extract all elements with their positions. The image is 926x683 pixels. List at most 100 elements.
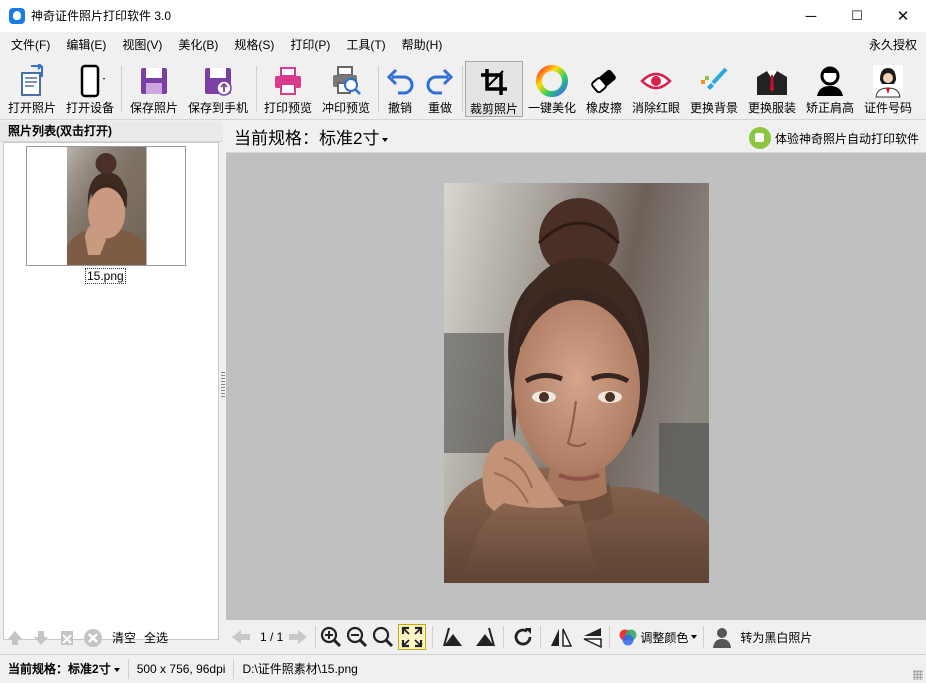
status-spec-prefix: 当前规格： bbox=[8, 662, 69, 676]
open-photo-icon bbox=[14, 63, 50, 99]
chevron-down-icon bbox=[382, 137, 389, 142]
remove-red-eye-button[interactable]: 消除红眼 bbox=[630, 61, 682, 117]
photo-canvas[interactable] bbox=[226, 153, 926, 620]
zoom-in-icon[interactable] bbox=[320, 624, 342, 650]
print-preview-button[interactable]: 打印预览 bbox=[262, 61, 314, 117]
redo-button[interactable]: 重做 bbox=[422, 61, 458, 117]
preview-toolbar: 1 / 1 调整颜色 转为黑白照片 bbox=[226, 620, 926, 654]
refresh-icon[interactable] bbox=[512, 624, 534, 650]
menu-print[interactable]: 打印(P) bbox=[282, 32, 338, 58]
one-click-beautify-label: 一键美化 bbox=[527, 101, 576, 115]
license-link[interactable]: 永久授权 bbox=[869, 32, 917, 58]
to-bw-label: 转为黑白照片 bbox=[740, 630, 813, 645]
develop-preview-icon bbox=[328, 63, 364, 99]
maximize-button[interactable]: ☐ bbox=[834, 0, 880, 32]
portrait-photo[interactable] bbox=[444, 183, 709, 583]
current-spec-selector[interactable]: 当前规格：标准2寸 bbox=[234, 124, 389, 149]
spec-value: 标准2寸 bbox=[319, 129, 380, 148]
status-bar: 当前规格：标准2寸 500 x 756, 96dpi D:\证件照素材\15.p… bbox=[0, 654, 926, 683]
menu-edit[interactable]: 编辑(E) bbox=[58, 32, 114, 58]
paint-brush-icon bbox=[696, 63, 732, 99]
save-to-phone-icon bbox=[200, 63, 236, 99]
adjust-color-label: 调整颜色 bbox=[640, 630, 689, 645]
suit-icon bbox=[754, 63, 790, 99]
flip-horizontal-icon[interactable] bbox=[549, 624, 573, 650]
develop-preview-label: 冲印预览 bbox=[321, 101, 370, 115]
zoom-out-icon[interactable] bbox=[346, 624, 368, 650]
id-number-button[interactable]: 证件号码 bbox=[862, 61, 914, 117]
menu-spec[interactable]: 规格(S) bbox=[226, 32, 282, 58]
remove-icon[interactable] bbox=[82, 627, 104, 649]
move-up-icon[interactable] bbox=[4, 627, 26, 649]
menu-view[interactable]: 视图(V) bbox=[114, 32, 170, 58]
to-bw-button[interactable]: 转为黑白照片 bbox=[712, 624, 812, 650]
id-portrait-icon bbox=[870, 63, 906, 99]
eraser-icon bbox=[586, 63, 622, 99]
zoom-actual-icon[interactable] bbox=[372, 624, 394, 650]
save-photo-button[interactable]: 保存照片 bbox=[128, 61, 180, 117]
change-background-button[interactable]: 更换背景 bbox=[688, 61, 740, 117]
open-device-label: 打开设备 bbox=[65, 101, 114, 115]
main-area: 当前规格：标准2寸 体验神奇照片自动打印软件 1 / 1 调整颜色 转为黑白照片 bbox=[226, 121, 926, 654]
photo-filename[interactable]: 15.png bbox=[85, 268, 126, 284]
promo-text: 体验神奇照片自动打印软件 bbox=[774, 131, 919, 146]
close-button[interactable]: ✕ bbox=[880, 0, 926, 32]
status-spec[interactable]: 当前规格：标准2寸 bbox=[0, 659, 129, 679]
status-path: D:\证件照素材\15.png bbox=[242, 662, 358, 676]
eraser-label: 橡皮擦 bbox=[585, 101, 622, 115]
photo-list: 15.png bbox=[3, 142, 219, 640]
fit-window-icon[interactable] bbox=[398, 624, 427, 650]
flip-vertical-icon[interactable] bbox=[581, 624, 603, 650]
photo-thumbnail[interactable] bbox=[26, 146, 186, 266]
photo-list-actions: 清空 全选 bbox=[0, 621, 223, 654]
app-logo-icon bbox=[9, 7, 25, 24]
open-photo-button[interactable]: 打开照片 bbox=[6, 61, 58, 117]
chevron-down-icon bbox=[691, 635, 698, 639]
red-eye-icon bbox=[638, 63, 674, 99]
open-device-button[interactable]: 打开设备 bbox=[64, 61, 116, 117]
select-all-button[interactable]: 全选 bbox=[144, 629, 168, 646]
window-title: 神奇证件照片打印软件 3.0 bbox=[31, 9, 172, 23]
id-number-label: 证件号码 bbox=[863, 101, 912, 115]
rotate-left-icon[interactable] bbox=[441, 624, 465, 650]
change-clothes-button[interactable]: 更换服装 bbox=[746, 61, 798, 117]
delete-file-icon[interactable] bbox=[56, 627, 78, 649]
crop-icon bbox=[476, 64, 512, 100]
eraser-button[interactable]: 橡皮擦 bbox=[582, 61, 626, 117]
move-down-icon[interactable] bbox=[30, 627, 52, 649]
rotate-right-icon[interactable] bbox=[473, 624, 497, 650]
color-wheel-icon bbox=[534, 63, 570, 99]
menu-file[interactable]: 文件(F) bbox=[0, 32, 58, 58]
panel-splitter[interactable] bbox=[221, 372, 225, 398]
promo-link[interactable]: 体验神奇照片自动打印软件 bbox=[748, 127, 919, 149]
print-preview-label: 打印预览 bbox=[263, 101, 312, 115]
redo-label: 重做 bbox=[427, 101, 452, 115]
clear-button[interactable]: 清空 bbox=[112, 629, 136, 646]
color-circles-icon bbox=[619, 629, 637, 646]
title-bar: 神奇证件照片打印软件 3.0 ─ ☐ ✕ bbox=[0, 0, 926, 32]
menu-help[interactable]: 帮助(H) bbox=[394, 32, 451, 58]
chevron-down-icon bbox=[113, 667, 120, 672]
correct-shoulders-button[interactable]: 矫正肩高 bbox=[804, 61, 856, 117]
adjust-color-button[interactable]: 调整颜色 bbox=[618, 624, 698, 650]
crop-photo-button[interactable]: 裁剪照片 bbox=[465, 61, 523, 117]
correct-shoulders-label: 矫正肩高 bbox=[805, 101, 854, 115]
undo-button[interactable]: 撤销 bbox=[382, 61, 418, 117]
develop-preview-button[interactable]: 冲印预览 bbox=[320, 61, 372, 117]
menu-bar: 文件(F) 编辑(E) 视图(V) 美化(B) 规格(S) 打印(P) 工具(T… bbox=[0, 32, 926, 58]
save-to-phone-label: 保存到手机 bbox=[187, 101, 248, 115]
save-to-phone-button[interactable]: 保存到手机 bbox=[186, 61, 250, 117]
photo-list-panel: 照片列表(双击打开) 15.png 清空 全选 bbox=[0, 121, 223, 654]
minimize-button[interactable]: ─ bbox=[788, 0, 834, 32]
undo-label: 撤销 bbox=[387, 101, 412, 115]
change-background-label: 更换背景 bbox=[689, 101, 738, 115]
phone-icon bbox=[72, 63, 108, 99]
prev-page-icon[interactable] bbox=[230, 624, 252, 650]
next-page-icon[interactable] bbox=[287, 624, 309, 650]
menu-tools[interactable]: 工具(T) bbox=[338, 32, 393, 58]
resize-grip[interactable] bbox=[913, 670, 923, 680]
one-click-beautify-button[interactable]: 一键美化 bbox=[526, 61, 578, 117]
menu-beautify[interactable]: 美化(B) bbox=[170, 32, 226, 58]
printer-app-icon bbox=[748, 127, 771, 149]
printer-icon bbox=[270, 63, 306, 99]
